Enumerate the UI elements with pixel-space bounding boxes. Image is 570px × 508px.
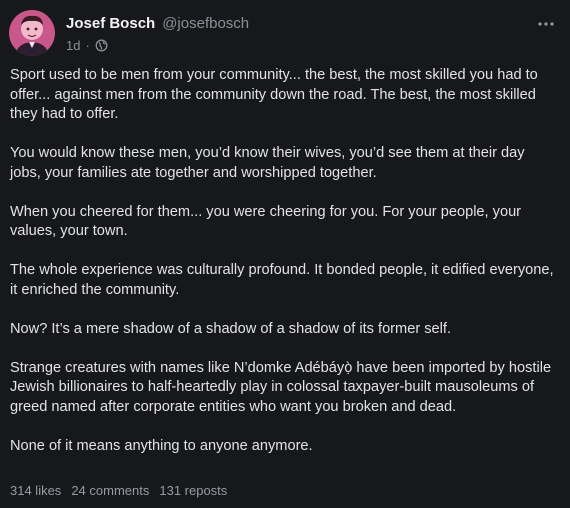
post-paragraph-4: The whole experience was culturally prof…: [10, 262, 554, 298]
post-age[interactable]: 1d: [66, 38, 80, 53]
post-paragraph-2: You would know these men, you’d know the…: [10, 145, 525, 181]
post-paragraph-7: None of it means anything to anyone anym…: [10, 437, 313, 454]
meta-separator: ·: [85, 38, 90, 53]
likes-count[interactable]: 314 likes: [10, 483, 61, 498]
comments-count[interactable]: 24 comments: [71, 483, 149, 498]
author-display-name[interactable]: Josef Bosch: [66, 15, 155, 32]
post-paragraph-1: Sport used to be men from your community…: [10, 67, 538, 122]
post-paragraph-3: When you cheered for them... you were ch…: [10, 203, 522, 240]
globe-icon: [95, 39, 108, 52]
post-card: Josef Bosch @josefbosch 1d · Sport used …: [0, 0, 570, 508]
author-handle[interactable]: @josefbosch: [162, 15, 249, 32]
post-paragraph-5: Now? It’s a mere shadow of a shadow of a…: [10, 320, 451, 337]
post-body: Sport used to be men from your community…: [10, 66, 558, 476]
more-horizontal-icon[interactable]: [536, 14, 556, 34]
post-meta: 1d ·: [66, 38, 108, 53]
post-paragraph-6: Strange creatures with names like N’domk…: [10, 359, 552, 415]
avatar[interactable]: [9, 10, 55, 56]
avatar-portrait-icon: [9, 10, 55, 56]
author-row: Josef Bosch @josefbosch: [66, 15, 249, 32]
reposts-count[interactable]: 131 reposts: [159, 483, 227, 498]
post-stats: 314 likes 24 comments 131 reposts: [10, 483, 227, 498]
